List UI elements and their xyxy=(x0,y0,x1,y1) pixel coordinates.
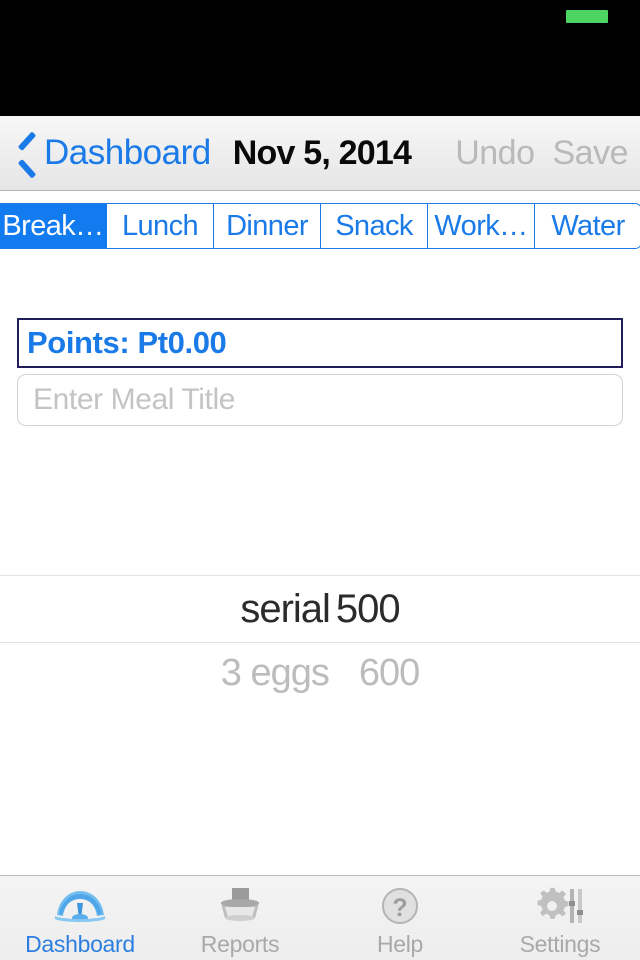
battery-indicator-icon xyxy=(566,10,608,23)
save-button[interactable]: Save xyxy=(553,134,629,173)
tab-bar: Dashboard Reports ? Help Settings xyxy=(0,875,640,960)
meal-type-segmented-control: Break… Lunch Dinner Snack Work… Water xyxy=(0,203,640,249)
table-row[interactable]: serial 500 xyxy=(0,575,640,643)
tab-reports[interactable]: Reports xyxy=(160,876,320,960)
entry-name: serial xyxy=(240,586,331,631)
entry-list: serial 500 3 eggs 600 xyxy=(0,575,640,703)
back-button-label: Dashboard xyxy=(44,133,211,172)
tab-help-label: Help xyxy=(376,930,424,957)
nav-actions: Undo Save xyxy=(455,134,628,173)
entry-name: 3 eggs xyxy=(220,651,330,694)
tab-dashboard[interactable]: Dashboard xyxy=(0,876,160,960)
table-row[interactable]: 3 eggs 600 xyxy=(0,643,640,703)
tab-settings-label: Settings xyxy=(519,930,601,957)
printer-icon xyxy=(212,883,268,929)
gauge-icon xyxy=(52,883,108,929)
points-field[interactable]: Points: Pt0.00 xyxy=(17,318,623,368)
entry-value: 500 xyxy=(335,586,401,631)
segment-dinner[interactable]: Dinner xyxy=(213,204,320,248)
gear-sliders-icon xyxy=(532,883,588,929)
back-button[interactable]: Dashboard xyxy=(14,133,211,173)
entry-value: 600 xyxy=(358,651,420,694)
svg-text:?: ? xyxy=(392,894,407,922)
undo-button[interactable]: Undo xyxy=(455,134,535,173)
segment-workout[interactable]: Work… xyxy=(427,204,534,248)
tab-settings[interactable]: Settings xyxy=(480,876,640,960)
segment-lunch[interactable]: Lunch xyxy=(106,204,213,248)
navigation-bar: Dashboard Nov 5, 2014 Undo Save xyxy=(0,116,640,191)
chevron-left-icon xyxy=(14,136,40,170)
tab-help[interactable]: ? Help xyxy=(320,876,480,960)
segment-snack[interactable]: Snack xyxy=(320,204,427,248)
tab-dashboard-label: Dashboard xyxy=(25,930,135,957)
segment-water[interactable]: Water xyxy=(534,204,640,248)
status-bar xyxy=(0,0,640,116)
tab-reports-label: Reports xyxy=(200,930,280,957)
meal-title-input[interactable]: Enter Meal Title xyxy=(17,374,623,426)
meal-title-placeholder: Enter Meal Title xyxy=(33,383,236,416)
points-value: Points: Pt0.00 xyxy=(27,325,227,360)
segment-breakfast[interactable]: Break… xyxy=(0,204,106,248)
question-circle-icon: ? xyxy=(372,883,428,929)
app-screen: Dashboard Nov 5, 2014 Undo Save Break… L… xyxy=(0,0,640,960)
page-title: Nov 5, 2014 xyxy=(232,133,412,172)
